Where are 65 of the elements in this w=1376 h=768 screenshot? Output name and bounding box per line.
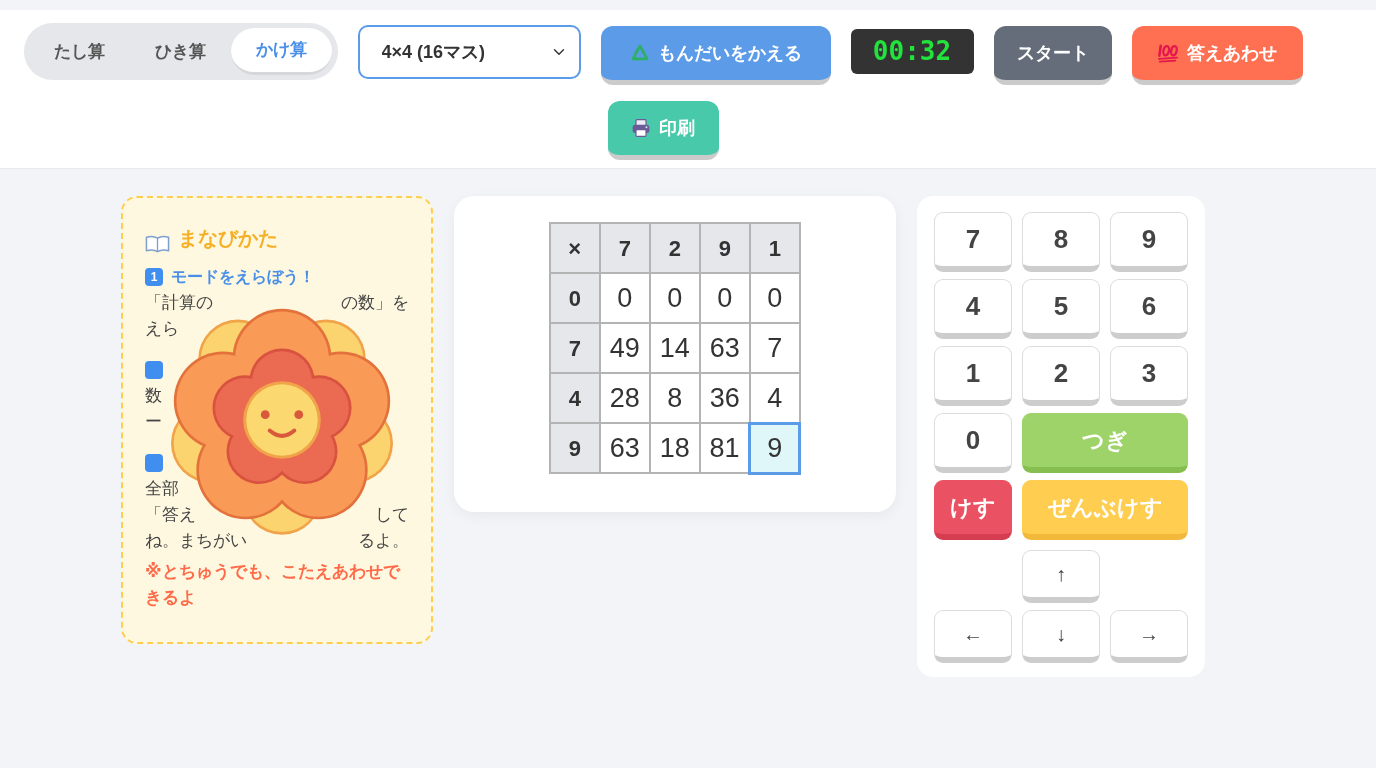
instruction-text: 「答え xyxy=(145,504,196,526)
row-header-cell: 4 xyxy=(549,373,600,423)
answer-cell[interactable]: 28 xyxy=(599,373,650,423)
digit-key[interactable]: 4 xyxy=(934,279,1012,339)
up-arrow-key[interactable]: ↑ xyxy=(1022,550,1100,603)
guide-title: まなびかた xyxy=(178,226,278,251)
answer-cell[interactable]: 4 xyxy=(749,373,800,423)
answer-cell[interactable]: 8 xyxy=(649,373,700,423)
grid-size-select[interactable]: 4×4 (16マス) xyxy=(357,25,581,79)
answer-cell[interactable]: 0 xyxy=(749,273,800,323)
keycap-icon xyxy=(145,361,163,379)
answer-cell[interactable]: 81 xyxy=(699,423,750,473)
answer-cell[interactable]: 0 xyxy=(699,273,750,323)
answer-cell[interactable]: 63 xyxy=(599,423,650,473)
open-book-icon xyxy=(145,235,170,253)
answer-cell[interactable]: 36 xyxy=(699,373,750,423)
down-arrow-key[interactable]: ↓ xyxy=(1022,610,1100,663)
instruction-text: ー xyxy=(145,411,162,433)
start-button[interactable]: スタート xyxy=(993,26,1112,85)
digit-key[interactable]: 7 xyxy=(934,212,1012,272)
digit-key[interactable]: 8 xyxy=(1022,212,1100,272)
column-header-cell: 1 xyxy=(749,223,800,273)
answer-cell[interactable]: 49 xyxy=(599,323,650,373)
digit-key[interactable]: 6 xyxy=(1110,279,1188,339)
answer-cell[interactable]: 7 xyxy=(749,323,800,373)
answer-cell[interactable]: 9 xyxy=(749,423,800,473)
hundred-points-icon xyxy=(1157,43,1179,63)
corner-cell: × xyxy=(549,223,600,273)
mode-tab[interactable]: ひき算 xyxy=(129,28,232,75)
instruction-text: えら xyxy=(145,318,179,340)
column-header-cell: 9 xyxy=(699,223,750,273)
answer-cell[interactable]: 18 xyxy=(649,423,700,473)
digit-key[interactable]: 5 xyxy=(1022,279,1100,339)
instruction-text: して xyxy=(375,504,409,526)
instruction-text: ね。まちがい xyxy=(145,530,247,552)
delete-button[interactable]: けす xyxy=(934,480,1012,540)
instruction-text: 「計算の xyxy=(145,292,213,314)
keycap-icon xyxy=(145,454,163,472)
column-header-cell: 7 xyxy=(599,223,650,273)
row-header-cell: 9 xyxy=(549,423,600,473)
answer-cell[interactable]: 63 xyxy=(699,323,750,373)
row-header-cell: 0 xyxy=(549,273,600,323)
digit-key[interactable]: 1 xyxy=(934,346,1012,406)
mode-tab[interactable]: たし算 xyxy=(28,28,130,75)
column-header-cell: 2 xyxy=(649,223,700,273)
left-arrow-key[interactable]: ← xyxy=(934,610,1012,663)
right-arrow-key[interactable]: → xyxy=(1110,610,1188,663)
digit-key[interactable]: 9 xyxy=(1110,212,1188,272)
digit-key[interactable]: 0 xyxy=(934,413,1012,473)
answer-cell[interactable]: 0 xyxy=(599,273,650,323)
timer-display: 00:32 xyxy=(850,29,974,74)
instruction-text: るよ。 xyxy=(358,530,409,552)
digit-key[interactable]: 3 xyxy=(1110,346,1188,406)
instruction-text: 全部 xyxy=(145,478,179,500)
digit-key[interactable]: 2 xyxy=(1022,346,1100,406)
row-header-cell: 7 xyxy=(549,323,600,373)
instruction-text: 数 xyxy=(145,385,162,407)
instruction-text: の数」を xyxy=(341,292,409,314)
step-number: 1 xyxy=(145,268,163,286)
note-text: ※とちゅうでも、こたえあわせできるよ xyxy=(145,561,402,609)
step-heading: モードをえらぼう！ xyxy=(171,267,315,288)
printer-icon xyxy=(631,118,651,138)
recycle-icon xyxy=(629,43,650,63)
answer-cell[interactable]: 14 xyxy=(649,323,700,373)
answer-cell[interactable]: 0 xyxy=(649,273,700,323)
